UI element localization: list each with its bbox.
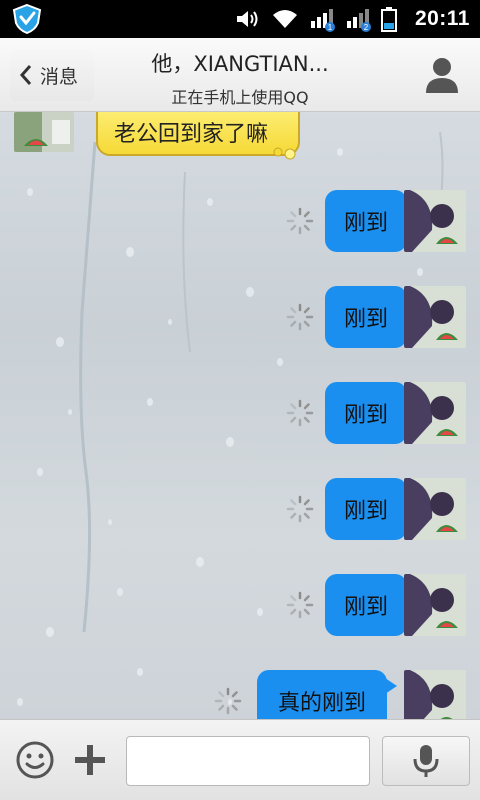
message-outgoing: 刚到 <box>286 574 466 636</box>
sending-spinner-icon <box>286 591 314 619</box>
contact-status: 正在手机上使用QQ <box>171 88 309 107</box>
message-bubble[interactable]: 刚到 <box>325 574 417 636</box>
my-avatar[interactable] <box>404 478 466 540</box>
shield-icon <box>12 3 42 35</box>
svg-text:2: 2 <box>364 23 369 32</box>
my-avatar[interactable] <box>404 574 466 636</box>
message-outgoing: 刚到 <box>286 478 466 540</box>
message-outgoing: 刚到 <box>286 190 466 252</box>
my-avatar[interactable] <box>404 190 466 252</box>
input-bar <box>0 719 480 800</box>
contact-name: 他，XIANGTIAN... <box>151 52 329 76</box>
message-bubble[interactable]: 刚到 <box>325 382 417 444</box>
sending-spinner-icon <box>286 399 314 427</box>
sending-spinner-icon <box>286 495 314 523</box>
message-outgoing: 刚到 <box>286 382 466 444</box>
volume-icon <box>236 11 258 27</box>
chat-area[interactable]: 老公回到家了嘛 刚到 刚到 刚到 刚到 刚到 真的刚到 <box>0 112 480 719</box>
message-text: 刚到 <box>343 307 388 332</box>
message-bubble[interactable]: 老公回到家了嘛 <box>96 112 300 160</box>
message-text: 刚到 <box>343 595 388 620</box>
message-bubble[interactable]: 刚到 <box>325 190 417 252</box>
svg-text:1: 1 <box>328 23 333 32</box>
signal-sim2-icon: 2 <box>346 9 371 32</box>
message-input[interactable] <box>126 736 370 786</box>
message-text: 刚到 <box>343 211 388 236</box>
message-bubble[interactable]: 刚到 <box>325 478 417 540</box>
back-label: 消息 <box>40 65 79 88</box>
message-text: 刚到 <box>343 403 388 428</box>
message-bubble[interactable]: 真的刚到 <box>257 670 397 719</box>
sending-spinner-icon <box>286 207 314 235</box>
message-outgoing: 真的刚到 <box>214 670 466 719</box>
sending-spinner-icon <box>286 303 314 331</box>
message-bubble[interactable]: 刚到 <box>325 286 417 348</box>
wifi-icon <box>272 10 297 28</box>
battery-icon <box>380 7 397 32</box>
title-block: 他，XIANGTIAN... 正在手机上使用QQ <box>110 48 370 108</box>
sending-spinner-icon <box>214 687 242 715</box>
plus-icon[interactable] <box>72 742 108 778</box>
profile-icon[interactable] <box>422 55 462 95</box>
bubble-decoration-icon <box>273 147 296 160</box>
signal-sim1-icon: 1 <box>310 9 335 32</box>
voice-button[interactable] <box>382 736 470 786</box>
chevron-left-icon <box>19 65 32 85</box>
my-avatar[interactable] <box>404 286 466 348</box>
my-avatar[interactable] <box>404 382 466 444</box>
emoji-icon[interactable] <box>15 740 55 780</box>
message-outgoing: 刚到 <box>286 286 466 348</box>
message-text: 真的刚到 <box>277 691 366 716</box>
microphone-icon <box>413 745 439 777</box>
contact-avatar[interactable] <box>14 112 74 152</box>
status-bar: 1 2 20:11 <box>0 0 480 38</box>
clock: 20:11 <box>414 7 470 30</box>
message-text: 刚到 <box>343 499 388 524</box>
my-avatar[interactable] <box>404 670 466 719</box>
back-button[interactable]: 消息 <box>10 49 94 101</box>
chat-header: 消息 他，XIANGTIAN... 正在手机上使用QQ <box>0 38 480 112</box>
message-text: 老公回到家了嘛 <box>114 122 269 147</box>
